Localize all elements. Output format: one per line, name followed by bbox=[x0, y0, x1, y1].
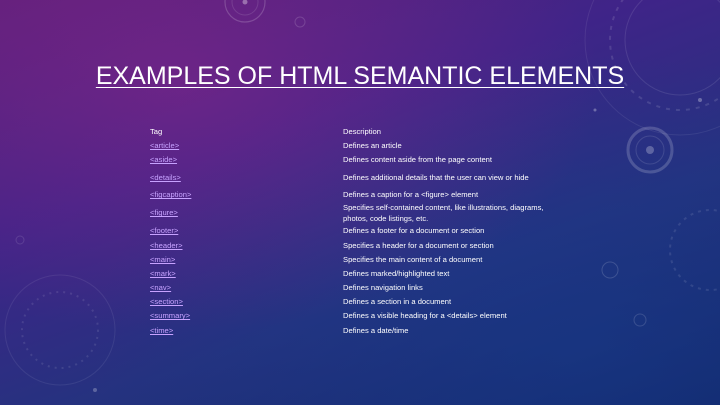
tag-link[interactable]: <aside> bbox=[150, 155, 177, 164]
description-cell: Defines additional details that the user… bbox=[343, 172, 529, 182]
description-cell: Specifies self-contained content, like i… bbox=[343, 202, 544, 223]
tag-link[interactable]: <header> bbox=[150, 241, 183, 250]
tag-link[interactable]: <footer> bbox=[150, 226, 178, 235]
description-cell: Defines an article bbox=[343, 140, 402, 150]
table-row: <footer> Defines a footer for a document… bbox=[150, 224, 570, 238]
description-cell: Specifies the main content of a document bbox=[343, 254, 483, 264]
description-cell: Defines marked/highlighted text bbox=[343, 268, 450, 278]
description-cell: Defines a visible heading for a <details… bbox=[343, 311, 507, 321]
table-row: <summary> Defines a visible heading for … bbox=[150, 309, 570, 323]
tag-link[interactable]: <time> bbox=[150, 326, 173, 335]
header-tag: Tag bbox=[150, 126, 163, 136]
table-row: <details> Defines additional details tha… bbox=[150, 167, 570, 188]
tag-link[interactable]: <nav> bbox=[150, 283, 171, 292]
description-cell: Defines a caption for a <figure> element bbox=[343, 190, 479, 200]
tag-link[interactable]: <mark> bbox=[150, 269, 176, 278]
table-row: <figure> Specifies self-contained conten… bbox=[150, 202, 570, 224]
tag-link[interactable]: <summary> bbox=[150, 311, 190, 320]
table-header-row: Tag Description bbox=[150, 124, 570, 138]
table-row: <time> Defines a date/time bbox=[150, 323, 570, 337]
description-cell: Defines content aside from the page cont… bbox=[343, 154, 493, 164]
table-row: <mark> Defines marked/highlighted text bbox=[150, 266, 570, 280]
table-row: <nav> Defines navigation links bbox=[150, 281, 570, 295]
tag-link[interactable]: <figcaption> bbox=[150, 190, 191, 199]
slide-title: EXAMPLES OF HTML SEMANTIC ELEMENTS bbox=[95, 62, 625, 90]
table-row: <section> Defines a section in a documen… bbox=[150, 295, 570, 309]
description-cell: Defines a footer for a document or secti… bbox=[343, 226, 485, 236]
table-row: <figcaption> Defines a caption for a <fi… bbox=[150, 188, 570, 202]
table-row: <main> Specifies the main content of a d… bbox=[150, 252, 570, 266]
tag-link[interactable]: <main> bbox=[150, 255, 175, 264]
slide: EXAMPLES OF HTML SEMANTIC ELEMENTS Tag D… bbox=[0, 0, 720, 405]
tag-link[interactable]: <figure> bbox=[150, 208, 178, 217]
tag-link[interactable]: <article> bbox=[150, 141, 179, 150]
table-row: <aside> Defines content aside from the p… bbox=[150, 152, 570, 166]
semantic-elements-table: Tag Description <article> Defines an art… bbox=[150, 124, 570, 337]
description-cell: Specifies a header for a document or sec… bbox=[343, 240, 494, 250]
tag-link[interactable]: <details> bbox=[150, 173, 181, 182]
description-cell: Defines a date/time bbox=[343, 325, 409, 335]
tag-link[interactable]: <section> bbox=[150, 297, 183, 306]
description-cell: Defines navigation links bbox=[343, 283, 423, 293]
table-row: <article> Defines an article bbox=[150, 138, 570, 152]
description-cell: Defines a section in a document bbox=[343, 297, 452, 307]
table-row: <header> Specifies a header for a docume… bbox=[150, 238, 570, 252]
header-description: Description bbox=[343, 126, 381, 136]
